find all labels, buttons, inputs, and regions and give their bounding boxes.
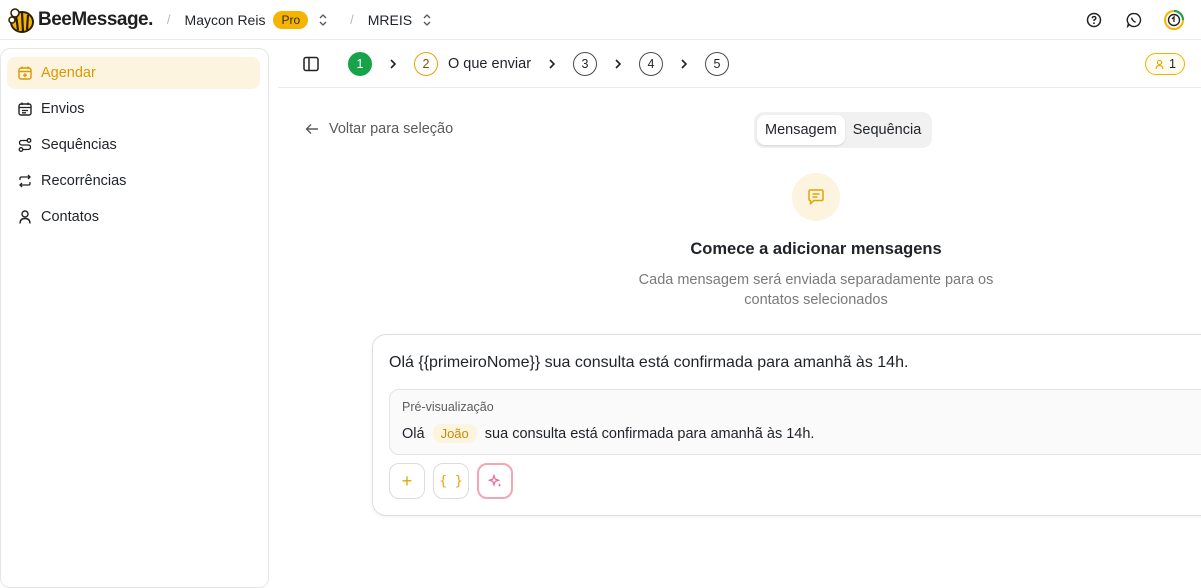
calendar-icon [18,102,32,116]
whatsapp-icon[interactable] [1121,7,1147,33]
preview-suffix: sua consulta está confirmada para amanhã… [484,425,815,442]
calendar-plus-icon [18,66,32,80]
insert-variable-button[interactable]: { } [433,463,469,499]
back-to-selection-link[interactable]: Voltar para seleção [305,121,453,137]
brand-logo[interactable]: BeeMessage. [6,5,153,35]
message-preview: Pré-visualização Olá João sua consulta e… [389,389,1201,455]
sparkles-icon [487,473,502,487]
sidebar-item-label: Envios [41,101,85,117]
top-bar: BeeMessage. / Maycon Reis Pro / MREIS [0,0,1201,40]
message-card: Olá {{primeiroNome}} sua consulta está c… [372,334,1201,516]
bee-logo-icon [8,7,34,33]
tab-mensagem[interactable]: Mensagem [757,115,845,145]
sidebar-item-sequencias[interactable]: Sequências [7,129,260,161]
message-tools: + { } [389,463,513,499]
preview-label: Pré-visualização [402,400,494,414]
step-4[interactable]: 4 [639,51,664,76]
chevron-right-icon [549,58,556,69]
tab-sequencia[interactable]: Sequência [845,115,930,145]
message-square-icon [792,173,840,221]
chevron-right-icon [681,58,688,69]
back-link-label: Voltar para seleção [329,121,454,137]
repeat-icon [19,174,31,188]
step-2[interactable]: 2 [414,51,438,76]
help-icon[interactable] [1081,7,1107,33]
preview-prefix: Olá [402,425,425,442]
user-switch-icon[interactable] [318,13,328,27]
preview-text: Olá João sua consulta está confirmada pa… [402,424,814,443]
stepper-bar: 1 2 O que enviar 3 4 5 1 [278,40,1201,88]
selected-contacts-count: 1 [1169,57,1176,71]
sidebar-toggle-icon[interactable] [302,55,320,73]
preview-variable-chip: João [432,424,477,443]
breadcrumb-workspace[interactable]: MREIS [368,12,412,28]
braces-icon: { } [439,473,463,489]
user-icon [19,210,31,224]
empty-state-title: Comece a adicionar mensagens [690,240,942,258]
add-attachment-button[interactable]: + [389,463,425,499]
workspace-switch-icon[interactable] [422,13,432,27]
sidebar: Agendar Envios Sequências Recorrências C… [0,48,269,588]
breadcrumb-separator: / [350,12,354,27]
arrow-left-icon [305,124,318,134]
sidebar-item-label: Sequências [41,137,117,153]
sidebar-item-label: Agendar [41,65,96,81]
message-type-switch: Mensagem Sequência [754,112,933,148]
empty-state-description: Cada mensagem será enviada separadamente… [638,272,994,308]
step-3[interactable]: 3 [573,51,598,76]
sidebar-item-label: Recorrências [41,173,127,189]
ai-assist-button[interactable] [477,463,513,499]
plus-icon: + [401,470,413,491]
brand-name: BeeMessage [38,8,149,30]
sidebar-item-envios[interactable]: Envios [7,93,260,125]
user-icon [1155,59,1164,69]
sidebar-item-agendar[interactable]: Agendar [7,57,260,89]
header-actions [1081,7,1187,33]
profile-progress-icon[interactable] [1161,7,1187,33]
selected-contacts-badge[interactable]: 1 [1145,53,1185,75]
step-1[interactable]: 1 [348,51,372,76]
chevron-right-icon [615,58,622,69]
breadcrumb-separator: / [166,12,171,27]
plan-badge: Pro [273,10,309,29]
brand-mark: . [148,8,153,30]
step-2-label: O que enviar [448,55,532,72]
chevron-right-icon [390,58,397,69]
breadcrumb-user[interactable]: Maycon Reis [185,12,266,28]
sidebar-item-recorrencias[interactable]: Recorrências [7,165,260,197]
sidebar-item-label: Contatos [41,209,100,225]
step-5[interactable]: 5 [705,51,730,76]
sidebar-item-contatos[interactable]: Contatos [7,201,260,233]
route-icon [18,138,32,152]
message-editor[interactable]: Olá {{primeiroNome}} sua consulta está c… [389,354,908,372]
